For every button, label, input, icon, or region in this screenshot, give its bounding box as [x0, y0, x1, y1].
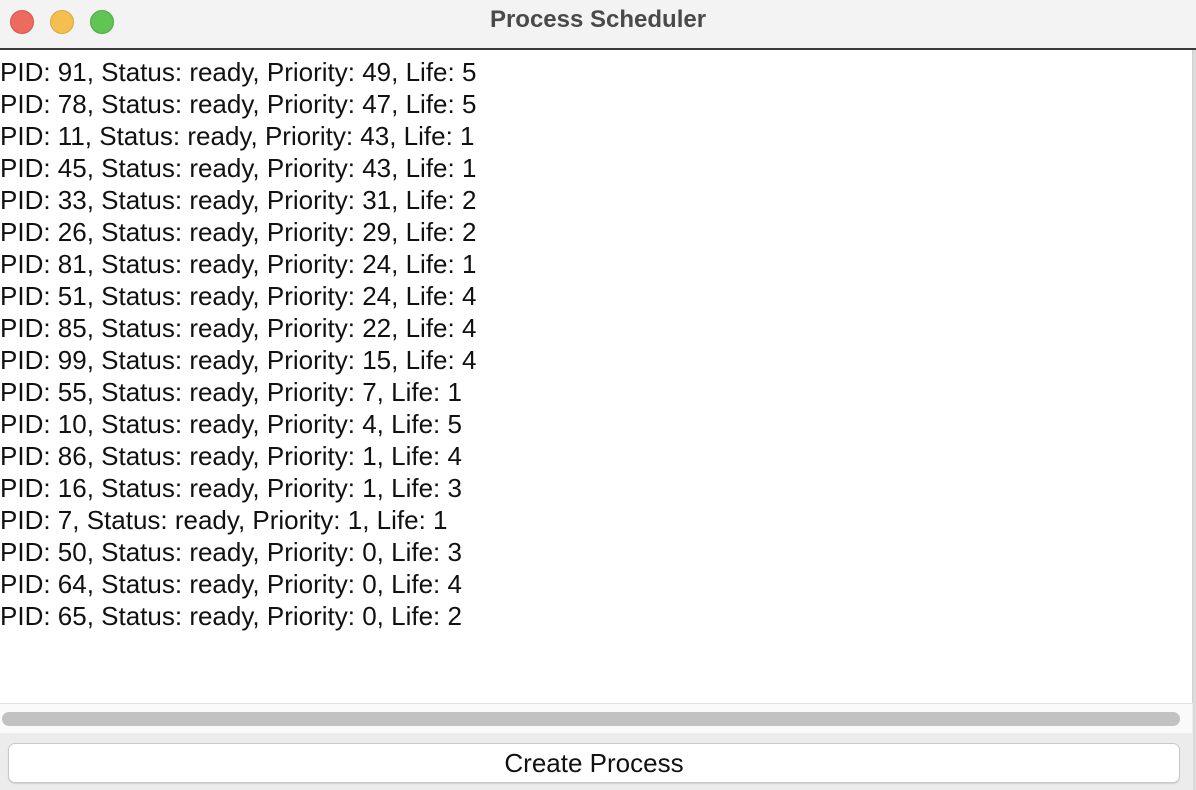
horizontal-scrollbar[interactable] [0, 703, 1192, 734]
bottom-bar: Create Process [0, 733, 1196, 790]
process-line: PID: 50, Status: ready, Priority: 0, Lif… [0, 537, 462, 567]
process-line: PID: 91, Status: ready, Priority: 49, Li… [0, 57, 477, 87]
process-line: PID: 11, Status: ready, Priority: 43, Li… [0, 121, 475, 151]
window-title: Process Scheduler [489, 6, 707, 33]
process-line: PID: 64, Status: ready, Priority: 0, Lif… [0, 569, 462, 599]
process-line: PID: 45, Status: ready, Priority: 43, Li… [0, 153, 477, 183]
process-line: PID: 65, Status: ready, Priority: 0, Lif… [0, 601, 462, 631]
process-line: PID: 78, Status: ready, Priority: 47, Li… [0, 89, 477, 119]
create-process-button[interactable]: Create Process [8, 743, 1180, 783]
process-line: PID: 86, Status: ready, Priority: 1, Lif… [0, 441, 462, 471]
process-line: PID: 85, Status: ready, Priority: 22, Li… [0, 313, 477, 343]
process-line: PID: 33, Status: ready, Priority: 31, Li… [0, 185, 477, 215]
process-text-area[interactable]: PID: 91, Status: ready, Priority: 49, Li… [0, 50, 1193, 703]
process-line: PID: 99, Status: ready, Priority: 15, Li… [0, 345, 477, 375]
process-line: PID: 26, Status: ready, Priority: 29, Li… [0, 217, 477, 247]
process-list: PID: 91, Status: ready, Priority: 49, Li… [0, 50, 1192, 632]
process-line: PID: 81, Status: ready, Priority: 24, Li… [0, 249, 477, 279]
process-line: PID: 7, Status: ready, Priority: 1, Life… [0, 505, 448, 535]
process-line: PID: 10, Status: ready, Priority: 4, Lif… [0, 409, 462, 439]
process-line: PID: 16, Status: ready, Priority: 1, Lif… [0, 473, 462, 503]
title-bar: Process Scheduler [0, 0, 1196, 50]
horizontal-scrollbar-thumb[interactable] [2, 712, 1180, 726]
process-line: PID: 55, Status: ready, Priority: 7, Lif… [0, 377, 462, 407]
app-window: Process Scheduler PID: 91, Status: ready… [0, 0, 1196, 790]
process-line: PID: 51, Status: ready, Priority: 24, Li… [0, 281, 477, 311]
